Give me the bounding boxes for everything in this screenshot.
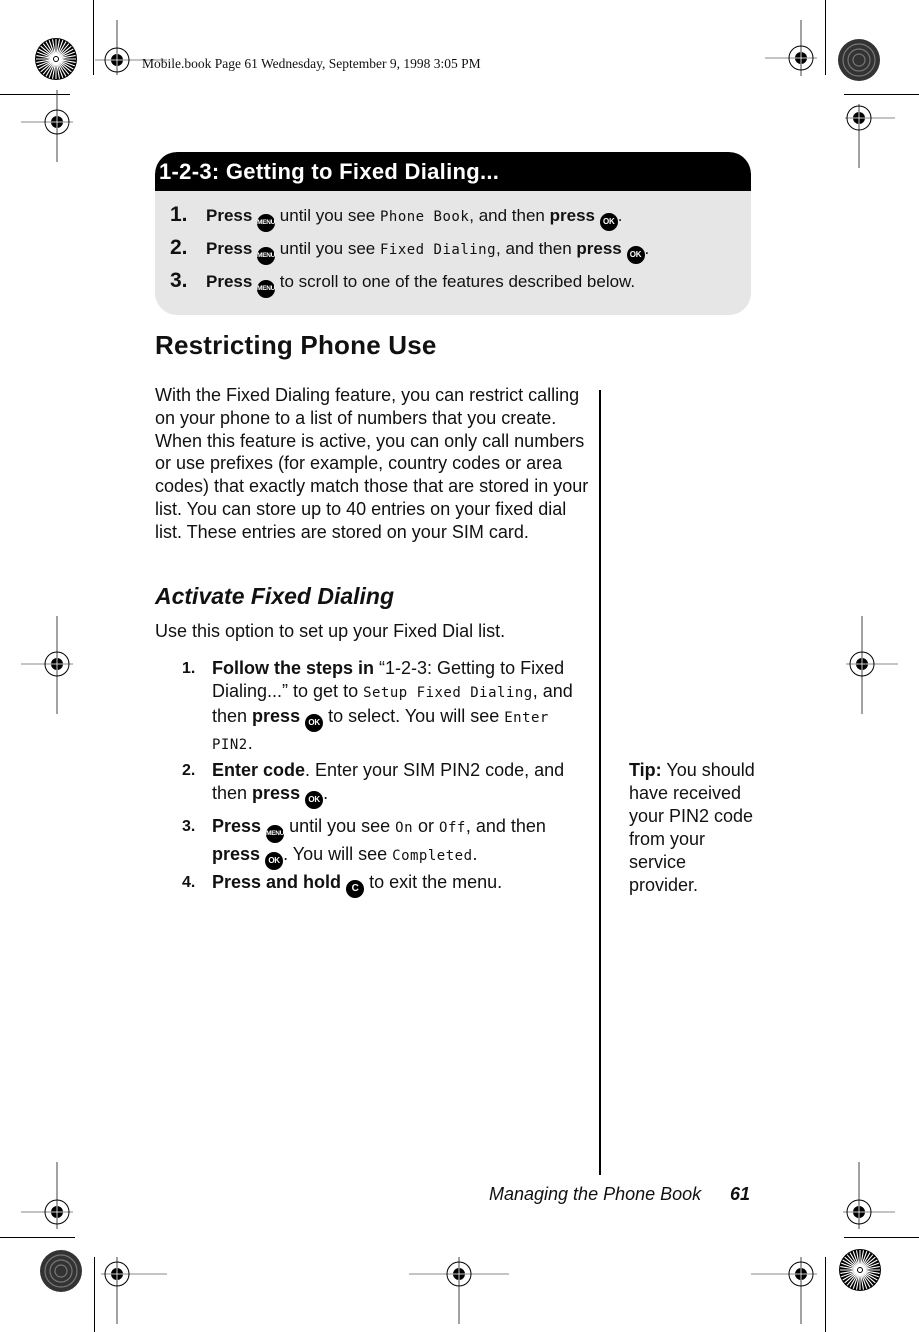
procedure-step: 1. Follow the steps in “1-2-3: Getting t…: [182, 658, 573, 753]
lcd-text: Setup Fixed Dialing: [363, 685, 533, 701]
subsection-title: Activate Fixed Dialing: [155, 583, 395, 609]
ok-key-icon: OK: [305, 791, 324, 809]
tip-note: Tip: You should have received your PIN2 …: [629, 760, 755, 895]
quick-steps-box: 1-2-3: Getting to Fixed Dialing... 1. Pre…: [155, 152, 751, 315]
procedure-step: 2. Enter code. Enter your SIM PIN2 code,…: [182, 759, 592, 809]
page-number: 61: [730, 1184, 751, 1204]
quick-step: 2. Press MENU until you see Fixed Dialing…: [170, 237, 649, 265]
lcd-text: Fixed Dialing: [379, 242, 497, 258]
registration-mark-icon: [101, 1257, 167, 1324]
registration-mark-icon: [21, 616, 73, 714]
margin-divider: [599, 390, 601, 1175]
lcd-text: Off: [439, 820, 466, 836]
c-key-icon: C: [346, 880, 365, 898]
quick-step: 3. Press MENU to scroll to one of the fea…: [170, 270, 635, 298]
menu-key-icon: MENU: [257, 214, 275, 232]
subsection-intro: Use this option to set up your Fixed Dia…: [155, 621, 506, 641]
footer-section-name: Managing the Phone Book: [489, 1184, 702, 1204]
menu-key-icon: MENU: [257, 280, 275, 298]
registration-mark-icon: [21, 90, 73, 162]
menu-key-icon: MENU: [257, 247, 275, 265]
intro-paragraph: With the Fixed Dialing feature, you can …: [155, 385, 589, 542]
ok-key-icon: OK: [599, 213, 618, 231]
quick-steps-title: 1-2-3: Getting to Fixed Dialing...: [155, 152, 751, 191]
lcd-text: Completed: [392, 848, 473, 864]
lcd-text: Phone Book: [379, 209, 470, 225]
registration-mark-icon: [751, 1257, 817, 1324]
procedure-step: 4. Press and hold C to exit the menu.: [182, 871, 592, 898]
print-slug: Mobile.book Page 61 Wednesday, September…: [142, 56, 481, 71]
procedure-step: 3. Press MENU until you see On or Off, a…: [182, 815, 592, 870]
menu-key-icon: MENU: [266, 825, 284, 843]
lcd-text: On: [395, 820, 413, 836]
section-title: Restricting Phone Use: [155, 330, 437, 360]
registration-mark-icon: [409, 1257, 509, 1324]
registration-mark-icon: [845, 104, 895, 168]
ok-key-icon: OK: [265, 852, 284, 870]
ok-key-icon: OK: [305, 714, 324, 732]
quick-step: 1. Press MENU until you see Phone Book, a…: [170, 204, 622, 232]
ok-key-icon: OK: [626, 246, 645, 264]
registration-mark-icon: [846, 616, 898, 714]
